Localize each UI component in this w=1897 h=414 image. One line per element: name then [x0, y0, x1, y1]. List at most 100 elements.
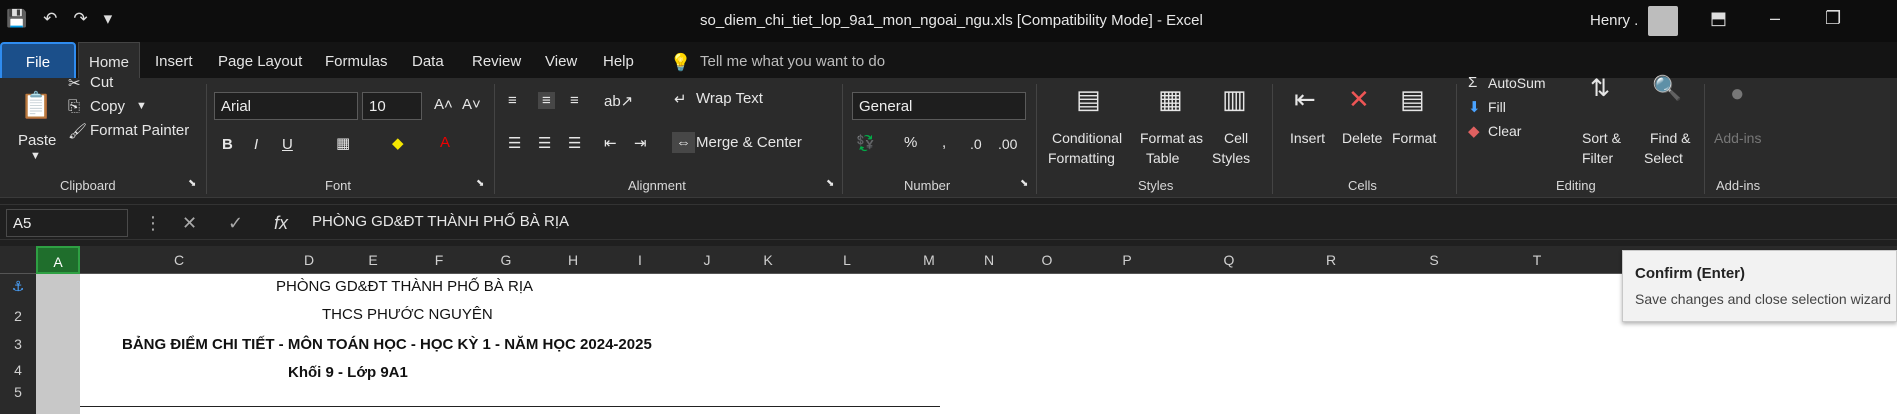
- bold-icon[interactable]: B: [222, 136, 233, 153]
- column-header[interactable]: F: [406, 252, 472, 268]
- format-cells-button[interactable]: Format: [1392, 130, 1436, 146]
- clear-button[interactable]: Clear: [1488, 123, 1521, 139]
- increase-decimal-icon[interactable]: .0: [970, 136, 982, 152]
- delete-cells-button[interactable]: Delete: [1342, 130, 1382, 146]
- dialog-launcher-icon[interactable]: ⬊: [1020, 178, 1028, 189]
- user-name[interactable]: Henry .: [1590, 12, 1638, 29]
- redo-icon[interactable]: ↷: [73, 9, 87, 29]
- fill-color-icon[interactable]: ◆: [392, 134, 404, 152]
- decrease-font-icon[interactable]: A˅: [462, 96, 481, 113]
- cut-button[interactable]: Cut: [90, 74, 113, 91]
- column-header[interactable]: P: [1076, 252, 1178, 268]
- cell-class[interactable]: Khối 9 - Lớp 9A1: [288, 364, 408, 381]
- ribbon-display-icon[interactable]: ⬒: [1710, 8, 1727, 29]
- format-painter-button[interactable]: Format Painter: [90, 122, 189, 139]
- dialog-launcher-icon[interactable]: ⬊: [826, 178, 834, 189]
- tab-review[interactable]: Review: [472, 53, 521, 70]
- sort-filter-button[interactable]: Sort &: [1582, 130, 1621, 146]
- dialog-launcher-icon[interactable]: ⬊: [476, 178, 484, 189]
- column-header[interactable]: O: [1018, 252, 1076, 268]
- cell-styles-label-2[interactable]: Styles: [1212, 150, 1250, 166]
- column-header[interactable]: N: [960, 252, 1018, 268]
- cell-report-title[interactable]: BẢNG ĐIỂM CHI TIẾT - MÔN TOÁN HỌC - HỌC …: [122, 336, 652, 353]
- column-header[interactable]: J: [674, 252, 740, 268]
- cell-school-name[interactable]: THCS PHƯỚC NGUYÊN: [322, 306, 493, 323]
- column-header[interactable]: L: [796, 252, 898, 268]
- sort-filter-label-2[interactable]: Filter: [1582, 150, 1613, 166]
- column-header[interactable]: E: [340, 252, 406, 268]
- borders-icon[interactable]: ▦: [336, 134, 350, 152]
- column-header[interactable]: C: [80, 252, 278, 268]
- save-icon[interactable]: 💾: [6, 9, 27, 29]
- find-select-button[interactable]: Find &: [1650, 130, 1690, 146]
- column-header[interactable]: D: [278, 252, 340, 268]
- column-header[interactable]: A: [36, 246, 80, 274]
- paste-button[interactable]: Paste: [18, 132, 56, 149]
- tell-me-search[interactable]: Tell me what you want to do: [700, 53, 885, 70]
- tab-insert[interactable]: Insert: [155, 53, 193, 70]
- tab-view[interactable]: View: [545, 53, 577, 70]
- tab-data[interactable]: Data: [412, 53, 444, 70]
- tab-formulas[interactable]: Formulas: [325, 53, 388, 70]
- tab-home[interactable]: Home: [78, 42, 141, 78]
- comma-style-icon[interactable]: ,: [942, 134, 946, 151]
- add-ins-button[interactable]: Add-ins: [1714, 130, 1761, 146]
- increase-indent-icon[interactable]: ⇥: [634, 134, 647, 152]
- font-name-select[interactable]: Arial: [214, 92, 358, 120]
- orientation-icon[interactable]: ab↗: [604, 92, 633, 110]
- italic-icon[interactable]: I: [254, 136, 258, 153]
- cancel-icon[interactable]: ✕: [182, 213, 197, 234]
- font-color-icon[interactable]: A: [440, 134, 450, 151]
- column-header[interactable]: M: [898, 252, 960, 268]
- format-as-table-button[interactable]: Format as: [1140, 130, 1203, 146]
- underline-icon[interactable]: U: [282, 136, 293, 153]
- tab-page-layout[interactable]: Page Layout: [218, 53, 302, 70]
- insert-function-icon[interactable]: fx: [274, 213, 288, 234]
- copy-button[interactable]: Copy: [90, 98, 125, 115]
- percent-icon[interactable]: %: [904, 134, 917, 151]
- chevron-down-icon[interactable]: ▼: [30, 150, 41, 162]
- align-left-icon[interactable]: ☰: [508, 134, 521, 152]
- increase-font-icon[interactable]: A˄: [434, 96, 453, 113]
- more-options-icon[interactable]: ⋮: [144, 213, 162, 234]
- column-header[interactable]: T: [1486, 252, 1588, 268]
- row-header[interactable]: 4: [0, 362, 36, 378]
- tab-help[interactable]: Help: [603, 53, 634, 70]
- customize-qat-icon[interactable]: ▾: [104, 9, 113, 29]
- chevron-down-icon[interactable]: ▼: [136, 100, 147, 112]
- decrease-indent-icon[interactable]: ⇤: [604, 134, 617, 152]
- enter-icon[interactable]: ✓: [228, 213, 243, 234]
- tab-file[interactable]: File: [0, 42, 76, 82]
- column-header[interactable]: G: [472, 252, 540, 268]
- wrap-text-button[interactable]: Wrap Text: [696, 90, 763, 107]
- column-header[interactable]: H: [540, 252, 606, 268]
- worksheet-grid[interactable]: PHÒNG GD&ĐT THÀNH PHỐ BÀ RỊA THCS PHƯỚC …: [36, 274, 1897, 414]
- column-header[interactable]: R: [1280, 252, 1382, 268]
- row-header[interactable]: 3: [0, 336, 36, 352]
- undo-icon[interactable]: ↶: [43, 9, 57, 29]
- name-box[interactable]: A5: [6, 209, 128, 237]
- merge-center-button[interactable]: Merge & Center: [696, 134, 802, 151]
- font-size-select[interactable]: 10: [362, 92, 422, 120]
- dialog-launcher-icon[interactable]: ⬊: [188, 178, 196, 189]
- align-middle-icon[interactable]: ≡: [538, 92, 555, 109]
- align-center-icon[interactable]: ☰: [538, 134, 551, 152]
- conditional-formatting-label-2[interactable]: Formatting: [1048, 150, 1115, 166]
- avatar[interactable]: [1648, 6, 1678, 36]
- column-header[interactable]: I: [606, 252, 674, 268]
- column-header[interactable]: S: [1382, 252, 1486, 268]
- currency-icon[interactable]: 💱: [856, 134, 875, 152]
- autosum-button[interactable]: AutoSum: [1488, 75, 1546, 91]
- find-select-label-2[interactable]: Select: [1644, 150, 1683, 166]
- number-format-select[interactable]: General: [852, 92, 1026, 120]
- column-header[interactable]: K: [740, 252, 796, 268]
- conditional-formatting-button[interactable]: Conditional: [1052, 130, 1122, 146]
- paste-icon[interactable]: 📋: [20, 90, 52, 121]
- align-right-icon[interactable]: ☰: [568, 134, 581, 152]
- cell-school-office[interactable]: PHÒNG GD&ĐT THÀNH PHỐ BÀ RỊA: [276, 278, 533, 295]
- cell-styles-button[interactable]: Cell: [1224, 130, 1248, 146]
- format-as-table-label-2[interactable]: Table: [1146, 150, 1179, 166]
- restore-icon[interactable]: ❐: [1825, 8, 1841, 29]
- decrease-decimal-icon[interactable]: .00: [998, 136, 1017, 152]
- fill-button[interactable]: Fill: [1488, 99, 1506, 115]
